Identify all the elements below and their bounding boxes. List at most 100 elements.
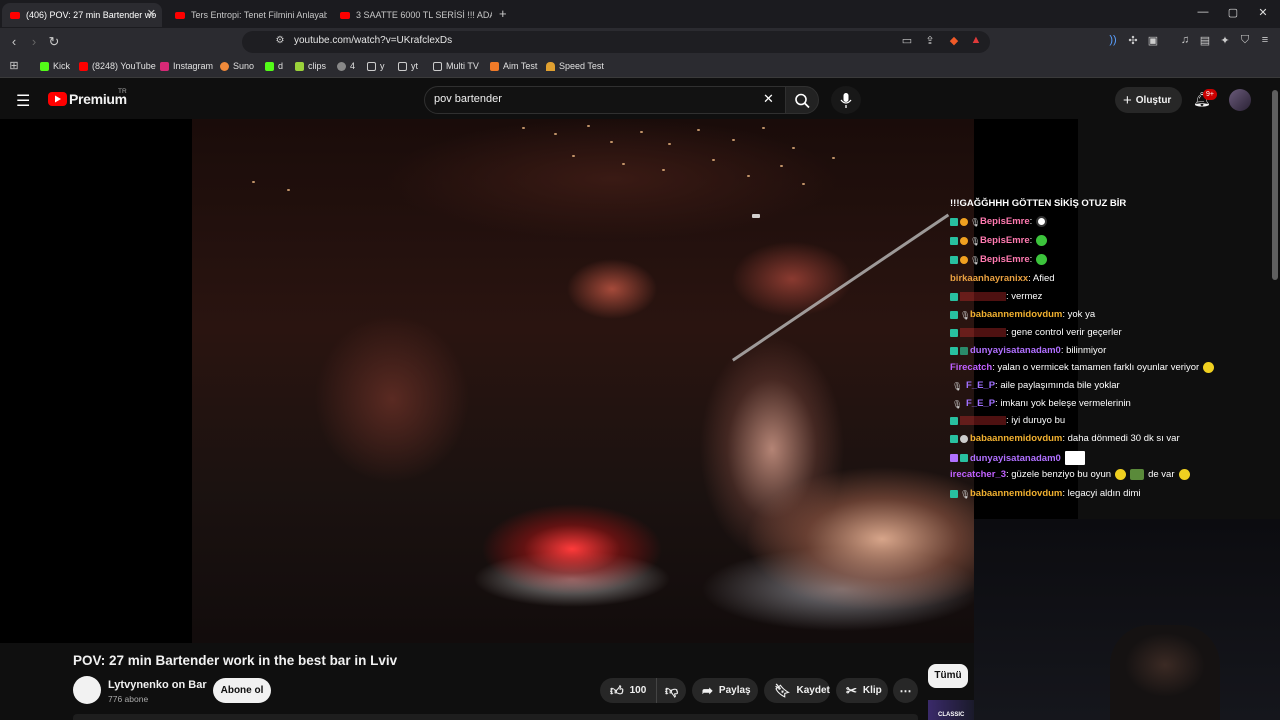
chat-message: 🎙︎ babaannemidovdum: yok ya (950, 309, 1095, 320)
folder-icon (398, 61, 407, 71)
media-icon[interactable]: ♫ (1177, 34, 1193, 46)
bookmark-folder-multitv[interactable]: Multi TV (433, 61, 479, 71)
video-frame[interactable] (192, 119, 974, 643)
folder-icon (433, 61, 442, 71)
subscribe-button[interactable]: Abone ol (213, 678, 271, 703)
account-avatar[interactable] (1229, 89, 1251, 111)
thumbs-down-icon: 👎︎ (665, 682, 679, 698)
all-chip-button[interactable]: Tümü (928, 664, 968, 688)
chat-username-redacted (960, 416, 1006, 425)
new-tab-button[interactable]: + (499, 6, 507, 21)
reload-icon[interactable]: ↻ (46, 34, 62, 50)
notification-count-badge: 9+ (1203, 89, 1217, 100)
description-box[interactable] (73, 714, 918, 720)
chat-message: 🎙︎ BepisEmre: (950, 235, 1048, 246)
audio-icon[interactable]: )) (1105, 34, 1121, 46)
bookmark-suno[interactable]: Suno (220, 61, 254, 71)
bookmark-d[interactable]: d (265, 61, 283, 71)
share-icon[interactable]: ⇪ (922, 34, 938, 47)
close-window-icon[interactable]: ✕ (1253, 6, 1273, 19)
dislike-button[interactable]: 👎︎ (656, 678, 686, 703)
browser-tab-active[interactable]: (406) POV: 27 min Bartender wo ✕ (2, 3, 162, 27)
brave-rewards-icon[interactable]: ▲ (968, 34, 984, 46)
page-scrollbar[interactable] (1272, 90, 1278, 280)
bookmark-4[interactable]: 4 (337, 61, 355, 71)
mic-badge-icon: 🎙︎ (970, 255, 981, 265)
emote-icon (1178, 469, 1190, 480)
gift-badge-icon (960, 217, 968, 226)
suno-icon (220, 61, 229, 71)
search-button[interactable] (785, 86, 819, 114)
emote-icon (1115, 469, 1127, 480)
create-button[interactable]: + Oluştur (1115, 87, 1182, 113)
streamer-face (1110, 625, 1220, 720)
emote-icon (1036, 216, 1048, 227)
bookmark-folder-y[interactable]: y (367, 61, 385, 71)
apps-grid-icon[interactable]: ⊞ (6, 59, 22, 72)
bookmark-aimtest[interactable]: Aim Test (490, 61, 537, 71)
emote-icon (1130, 469, 1145, 480)
close-tab-icon[interactable]: ✕ (147, 7, 156, 20)
leo-ai-icon[interactable]: ✦ (1217, 34, 1233, 47)
youtube-logo-icon[interactable] (48, 92, 67, 106)
sidepanel-icon[interactable]: ▣ (1145, 34, 1161, 47)
minimize-icon[interactable]: — (1193, 6, 1213, 18)
instagram-icon (160, 61, 169, 71)
bookmark-youtube[interactable]: (8248) YouTube (79, 61, 156, 71)
brave-shield-icon[interactable]: ◆ (946, 34, 962, 47)
extensions-icon[interactable]: ✣ (1125, 34, 1141, 47)
browser-tab[interactable]: 3 SAATTE 6000 TL SERİSİ !!! ADANA (332, 3, 492, 27)
forward-icon[interactable]: › (26, 34, 42, 49)
bookmark-kick[interactable]: Kick (40, 61, 70, 71)
clips-icon (295, 61, 304, 71)
link-icon (337, 61, 346, 71)
youtube-favicon-icon (175, 11, 185, 19)
hamburger-menu-icon[interactable]: ☰ (16, 91, 30, 111)
wallet-icon[interactable]: ▤ (1197, 34, 1213, 47)
subscriber-badge-icon (950, 434, 958, 443)
emote-icon (1036, 254, 1048, 265)
aim-test-icon (490, 61, 499, 71)
bookmark-clips[interactable]: clips (295, 61, 326, 71)
emote-icon (1203, 362, 1215, 373)
back-icon[interactable]: ‹ (6, 34, 22, 49)
microphone-icon (840, 93, 852, 108)
chat-message: babaannemidovdum: daha dönmedi 30 dk sı … (950, 433, 1180, 444)
menu-icon[interactable]: ≡ (1257, 34, 1273, 46)
cast-icon[interactable]: ▭ (899, 34, 915, 47)
voice-search-button[interactable] (831, 86, 861, 114)
more-actions-button[interactable]: ⋯ (893, 678, 918, 703)
subscriber-badge-icon (950, 328, 958, 337)
vpn-icon[interactable]: ⛉ (1237, 34, 1253, 47)
channel-name[interactable]: Lytvynenko on Bar (108, 679, 207, 691)
subscriber-badge-icon (950, 217, 958, 226)
tab-title: 3 SAATTE 6000 TL SERİSİ !!! ADANA (356, 10, 492, 20)
site-info-icon[interactable]: ⚙ (272, 35, 288, 46)
mic-badge-icon: 🎙︎ (970, 236, 981, 246)
chat-message: 🎙︎ BepisEmre: (950, 254, 1048, 265)
youtube-favicon-icon (10, 11, 20, 19)
bookmark-speedtest[interactable]: Speed Test (546, 61, 604, 71)
subscriber-badge-icon (950, 454, 958, 462)
bookmark-folder-yt[interactable]: yt (398, 61, 418, 71)
search-query-text[interactable]: pov bartender (434, 93, 502, 105)
subscriber-badge-icon (950, 310, 958, 319)
scissors-icon: ✂ (846, 682, 857, 698)
browser-tab[interactable]: Ters Entropi: Tenet Filmini Anlayabild (167, 3, 327, 27)
subscriber-count: 776 abone (108, 694, 149, 704)
classic-overlay-logo: CLASSIC (928, 700, 974, 720)
badge-icon (960, 434, 968, 443)
maximize-icon[interactable]: ▢ (1223, 6, 1243, 19)
share-button[interactable]: ➦ Paylaş (692, 678, 758, 703)
clip-button[interactable]: ✂ Klip (836, 678, 888, 703)
speed-test-icon (546, 61, 555, 71)
clear-search-icon[interactable]: ✕ (763, 91, 774, 107)
bookmark-instagram[interactable]: Instagram (160, 61, 213, 71)
url-text[interactable]: youtube.com/watch?v=UKrafclexDs (294, 35, 452, 46)
channel-avatar[interactable] (73, 676, 101, 704)
subscriber-badge-icon (950, 236, 958, 245)
mic-badge-icon: 🎙︎ (960, 489, 971, 499)
browser-toolbar: ‹ › ↻ ⎙ ⚙ ▭ ⇪ ◆ ▲ )) ✣ ▣ ♫ ▤ ✦ ⛉ ≡ (0, 28, 1280, 56)
like-button[interactable]: 👍︎ 100 (600, 678, 656, 703)
save-button[interactable]: 🔖︎ Kaydet (764, 678, 830, 703)
